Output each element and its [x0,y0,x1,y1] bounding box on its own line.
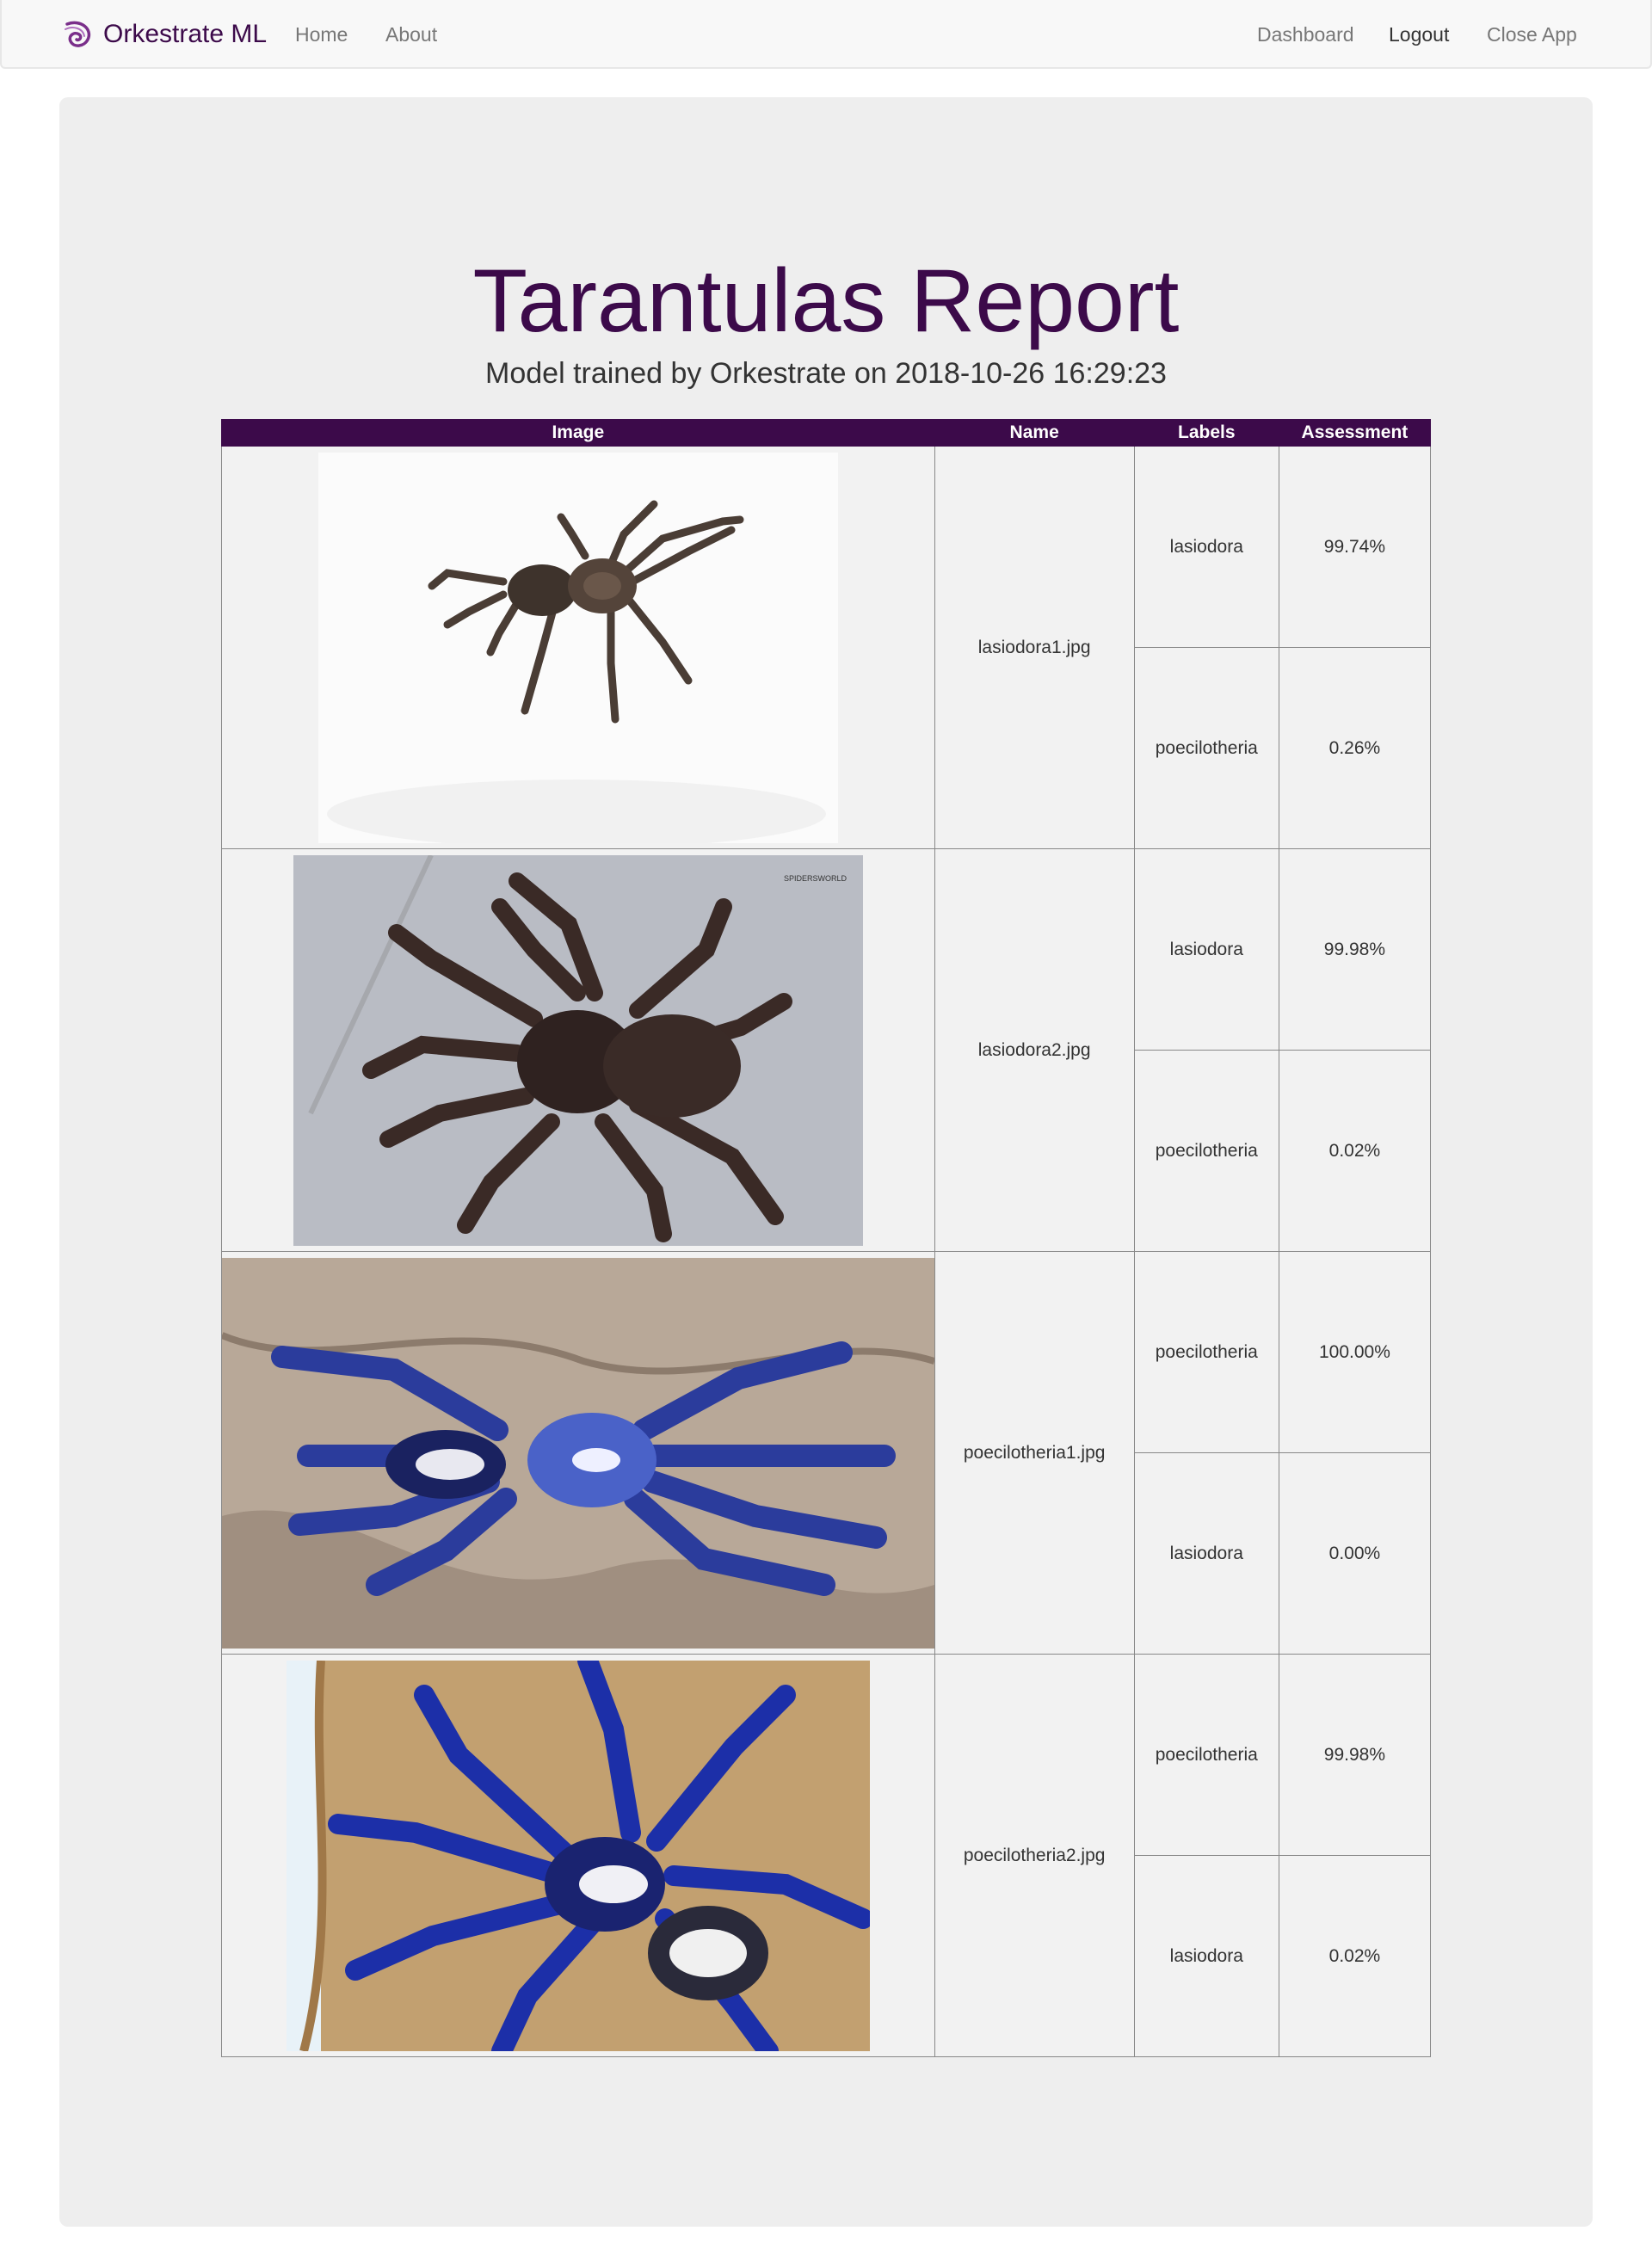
label-cell: poecilotheria [1133,1050,1279,1252]
nav-logout-link[interactable]: Logout [1389,0,1449,69]
assessment-cell: 99.74% [1278,446,1432,648]
column-header-image: Image [221,419,935,447]
brand-name: Orkestrate ML [103,20,268,48]
results-table: Image Name Labels Assessment lasiodora1.… [221,419,1432,2057]
table-header-row: Image Name Labels Assessment [221,419,1432,447]
svg-text:SPIDERSWORLD: SPIDERSWORLD [784,874,848,883]
navbar: Orkestrate ML Home About Dashboard Logou… [0,0,1652,69]
label-cell: lasiodora [1133,848,1279,1051]
file-name-cell: poecilotheria1.jpg [934,1251,1135,1655]
tarantula-photo [222,1257,934,1649]
assessment-cell: 0.02% [1278,1855,1432,2057]
brand-link[interactable]: Orkestrate ML [62,0,267,69]
label-cell: poecilotheria [1133,1251,1279,1453]
assessment-cell: 0.26% [1278,647,1432,849]
tarantula-photo [317,452,838,843]
image-cell [221,1251,935,1655]
image-cell [221,446,935,849]
report-container: Tarantulas Report Model trained by Orkes… [59,97,1593,2227]
tarantula-photo [286,1660,870,2051]
table-row: SPIDERSWORLD lasiodora2.jpg lasiodora 99… [221,848,1432,1252]
image-cell: SPIDERSWORLD [221,848,935,1252]
image-cell [221,1654,935,2057]
file-name-cell: lasiodora2.jpg [934,848,1135,1252]
table-row: lasiodora1.jpg lasiodora 99.74% [221,446,1432,849]
file-name-cell: lasiodora1.jpg [934,446,1135,849]
table-row: poecilotheria1.jpg poecilotheria 100.00% [221,1251,1432,1655]
assessment-cell: 100.00% [1278,1251,1432,1453]
nav-about-link[interactable]: About [385,0,437,69]
column-header-labels: Labels [1133,419,1279,447]
column-header-assessment: Assessment [1278,419,1432,447]
nav-close-app-link[interactable]: Close App [1487,0,1577,69]
label-cell: poecilotheria [1133,1654,1279,1856]
assessment-cell: 0.02% [1278,1050,1432,1252]
page-subtitle: Model trained by Orkestrate on 2018-10-2… [485,357,1167,390]
nav-home-link[interactable]: Home [295,0,348,69]
tarantula-photo: SPIDERSWORLD [293,854,863,1246]
orkestrate-logo-icon [65,21,91,47]
label-cell: poecilotheria [1133,647,1279,849]
assessment-cell: 99.98% [1278,848,1432,1051]
assessment-cell: 0.00% [1278,1452,1432,1655]
page-title: Tarantulas Report [472,251,1180,351]
column-header-name: Name [934,419,1135,447]
nav-dashboard-link[interactable]: Dashboard [1257,0,1354,69]
assessment-cell: 99.98% [1278,1654,1432,1856]
table-row: poecilotheria2.jpg poecilotheria 99.98% [221,1654,1432,2057]
label-cell: lasiodora [1133,446,1279,648]
label-cell: lasiodora [1133,1452,1279,1655]
label-cell: lasiodora [1133,1855,1279,2057]
file-name-cell: poecilotheria2.jpg [934,1654,1135,2057]
